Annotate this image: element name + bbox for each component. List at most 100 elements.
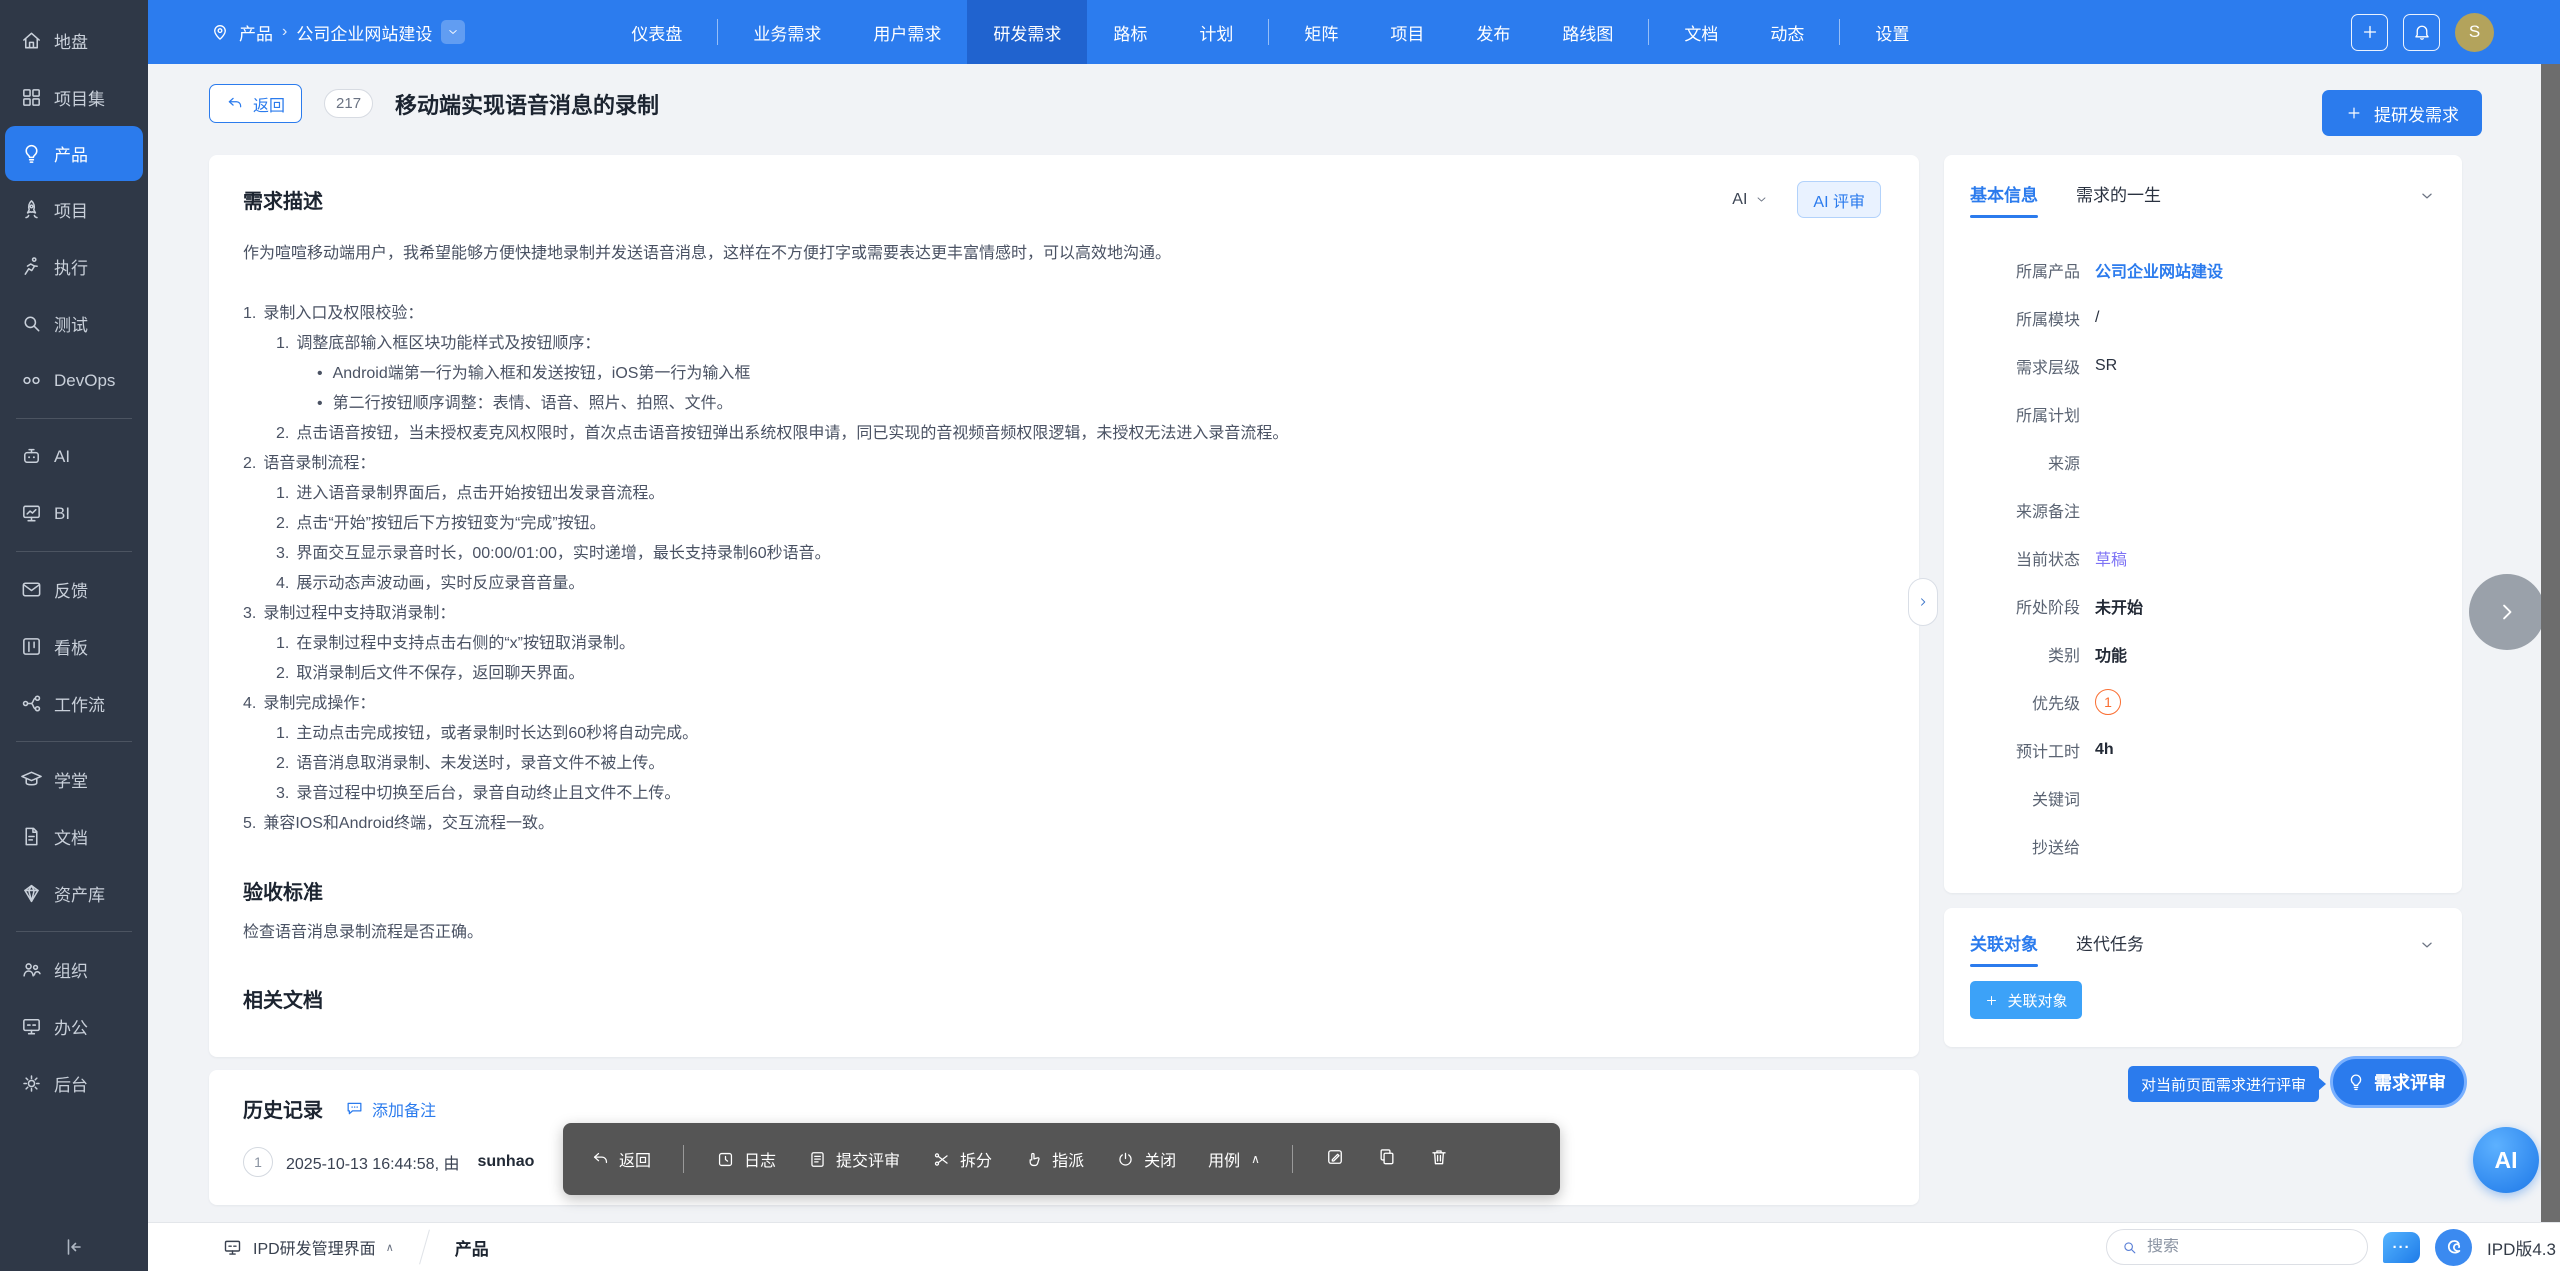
toolbar-delete-button[interactable] — [1429, 1147, 1449, 1172]
location-pin-icon — [210, 22, 230, 42]
sidebar-item-产品[interactable]: 产品 — [5, 126, 143, 181]
panel-collapse-handle[interactable] — [1908, 578, 1938, 626]
sidebar-item-执行[interactable]: 执行 — [0, 238, 148, 295]
requirement-text: 界面交互显示录音时长，00:00/01:00，实时递增，最长支持录制60秒语音。 — [296, 539, 830, 569]
nav-item-发布[interactable]: 发布 — [1450, 0, 1536, 64]
sidebar-item-label: 测试 — [54, 311, 88, 336]
info-field-value: 4h — [2095, 741, 2114, 759]
bottom-tab-product[interactable]: 产品 — [455, 1235, 489, 1260]
sidebar-item-文档[interactable]: 文档 — [0, 808, 148, 865]
add-related-object-label: 关联对象 — [2007, 990, 2067, 1011]
toolbar-item-拆分[interactable]: 拆分 — [932, 1147, 992, 1171]
user-avatar[interactable]: S — [2455, 13, 2494, 52]
back-button[interactable]: 返回 — [209, 84, 302, 123]
nav-item-动态[interactable]: 动态 — [1744, 0, 1830, 64]
ai-assistant-button[interactable]: AI — [2473, 1127, 2539, 1193]
chevron-right-icon — [2493, 598, 2521, 626]
requirement-text: 调整底部输入框区块功能样式及按钮顺序： — [296, 329, 600, 359]
requirement-review-button[interactable]: 需求评审 — [2330, 1056, 2467, 1108]
toolbar-item-日志[interactable]: 日志 — [716, 1147, 776, 1171]
info-field-label: 所属计划 — [1970, 402, 2080, 426]
toolbar-item-提交评审[interactable]: 提交评审 — [808, 1147, 900, 1171]
toolbar-divider — [683, 1145, 684, 1173]
search-input[interactable] — [2147, 1238, 2327, 1256]
sidebar-item-工作流[interactable]: 工作流 — [0, 675, 148, 732]
toolbar-item-指派[interactable]: 指派 — [1024, 1147, 1084, 1171]
trash-icon — [1429, 1147, 1449, 1167]
toolbar-divider — [1292, 1145, 1293, 1173]
breadcrumb-project[interactable]: 公司企业网站建设 — [296, 20, 432, 45]
power-icon — [1116, 1150, 1135, 1169]
next-page-button[interactable] — [2469, 574, 2545, 650]
requirement-item: 2.语音消息取消录制、未发送时，录音文件不被上传。 — [276, 749, 1879, 779]
chevron-down-icon[interactable] — [2418, 936, 2436, 954]
nav-item-项目[interactable]: 项目 — [1364, 0, 1450, 64]
ai-dropdown[interactable]: AI — [1732, 191, 1769, 209]
sidebar-item-DevOps[interactable]: DevOps — [0, 352, 148, 409]
related-tab-迭代任务[interactable]: 迭代任务 — [2076, 930, 2144, 959]
sidebar-item-项目集[interactable]: 项目集 — [0, 69, 148, 126]
bottom-bar: IPD研发管理界面 ∧ 产品 ··· IPD版4.3 — [148, 1222, 2560, 1271]
nav-item-矩阵[interactable]: 矩阵 — [1278, 0, 1364, 64]
toolbar-item-关闭[interactable]: 关闭 — [1116, 1147, 1176, 1171]
sidebar-item-label: DevOps — [54, 371, 115, 391]
nav-item-路线图[interactable]: 路线图 — [1536, 0, 1639, 64]
sidebar-item-地盘[interactable]: 地盘 — [0, 12, 148, 69]
sidebar-item-学堂[interactable]: 学堂 — [0, 751, 148, 808]
sidebar-item-项目[interactable]: 项目 — [0, 181, 148, 238]
toolbar-edit-button[interactable] — [1325, 1147, 1345, 1172]
sidebar-item-组织[interactable]: 组织 — [0, 941, 148, 998]
create-button[interactable] — [2351, 14, 2388, 51]
nav-item-路标[interactable]: 路标 — [1087, 0, 1173, 64]
sidebar-item-看板[interactable]: 看板 — [0, 618, 148, 675]
info-field-label: 优先级 — [1970, 690, 2080, 714]
add-note-button[interactable]: 添加备注 — [345, 1097, 436, 1121]
nav-item-文档[interactable]: 文档 — [1658, 0, 1744, 64]
sidebar-divider — [16, 418, 132, 419]
chat-icon[interactable]: ··· — [2383, 1232, 2420, 1263]
sidebar-item-反馈[interactable]: 反馈 — [0, 561, 148, 618]
notifications-button[interactable] — [2403, 14, 2440, 51]
info-tab-需求的一生[interactable]: 需求的一生 — [2076, 181, 2161, 210]
info-field-value[interactable]: 公司企业网站建设 — [2095, 258, 2223, 282]
sidebar-item-AI[interactable]: AI — [0, 428, 148, 485]
acceptance-text: 检查语音消息录制流程是否正确。 — [243, 918, 1879, 948]
chevron-down-icon[interactable] — [2418, 187, 2436, 205]
submit-requirement-button[interactable]: 提研发需求 — [2322, 90, 2482, 136]
sidebar-item-资产库[interactable]: 资产库 — [0, 865, 148, 922]
info-field-label: 所属模块 — [1970, 306, 2080, 330]
sidebar-item-BI[interactable]: BI — [0, 485, 148, 542]
related-tab-关联对象[interactable]: 关联对象 — [1970, 930, 2038, 959]
workspace-switcher[interactable]: IPD研发管理界面 ∧ — [222, 1235, 394, 1259]
nav-item-研发需求[interactable]: 研发需求 — [967, 0, 1087, 64]
project-switcher-button[interactable] — [441, 20, 465, 44]
number-marker: 2. — [276, 659, 289, 689]
search-icon — [2121, 1239, 2138, 1256]
requirement-text: 点击语音按钮，当未授权麦克风权限时，首次点击语音按钮弹出系统权限申请，同已实现的… — [296, 419, 1288, 449]
toolbar-item-label: 关闭 — [1144, 1147, 1176, 1171]
requirement-children: 1.主动点击完成按钮，或者录制时长达到60秒将自动完成。2.语音消息取消录制、未… — [276, 719, 1879, 809]
sidebar-item-后台[interactable]: 后台 — [0, 1055, 148, 1112]
toolbar-item-返回[interactable]: 返回 — [591, 1147, 651, 1171]
breadcrumb-section[interactable]: 产品 — [239, 20, 273, 45]
nav-item-设置[interactable]: 设置 — [1849, 0, 1935, 64]
scrollbar-track[interactable] — [2541, 64, 2560, 1222]
nav-item-计划[interactable]: 计划 — [1173, 0, 1259, 64]
sidebar-item-测试[interactable]: 测试 — [0, 295, 148, 352]
requirement-intro: 作为喧喧移动端用户，我希望能够方便快捷地录制并发送语音消息，这样在不方便打字或需… — [243, 239, 1879, 269]
nav-item-用户需求[interactable]: 用户需求 — [847, 0, 967, 64]
add-related-object-button[interactable]: 关联对象 — [1970, 981, 2082, 1019]
requirement-list: 1.录制入口及权限校验：1.调整底部输入框区块功能样式及按钮顺序：•Androi… — [243, 299, 1879, 839]
sidebar-item-label: BI — [54, 504, 70, 524]
nav-item-仪表盘[interactable]: 仪表盘 — [605, 0, 708, 64]
sidebar-item-办公[interactable]: 办公 — [0, 998, 148, 1055]
toolbar-item-用例[interactable]: 用例∧ — [1208, 1147, 1260, 1171]
sidebar-collapse-button[interactable] — [0, 1235, 148, 1259]
info-tab-基本信息[interactable]: 基本信息 — [1970, 181, 2038, 210]
toolbar-copy-button[interactable] — [1377, 1147, 1397, 1172]
nav-item-业务需求[interactable]: 业务需求 — [727, 0, 847, 64]
ai-review-button[interactable]: AI 评审 — [1797, 181, 1881, 218]
undo-icon — [591, 1150, 610, 1169]
chevron-right-icon — [1916, 595, 1930, 609]
info-field-label: 预计工时 — [1970, 738, 2080, 762]
